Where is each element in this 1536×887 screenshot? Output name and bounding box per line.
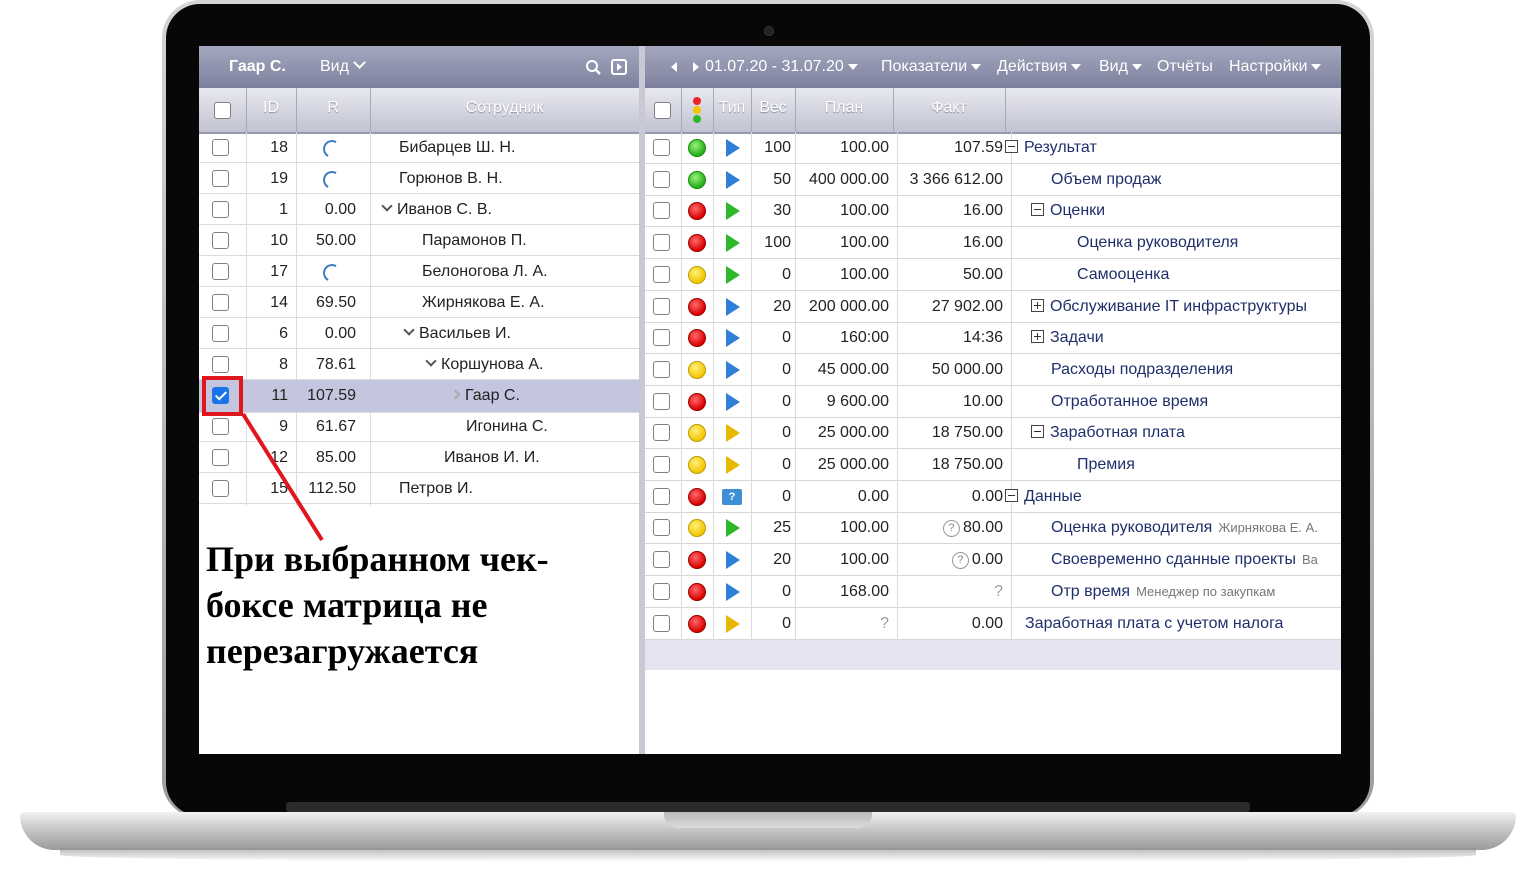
annotation-arrow <box>241 412 324 542</box>
annotation-text: При выбранном чек-боксе матрица не перез… <box>206 539 549 671</box>
